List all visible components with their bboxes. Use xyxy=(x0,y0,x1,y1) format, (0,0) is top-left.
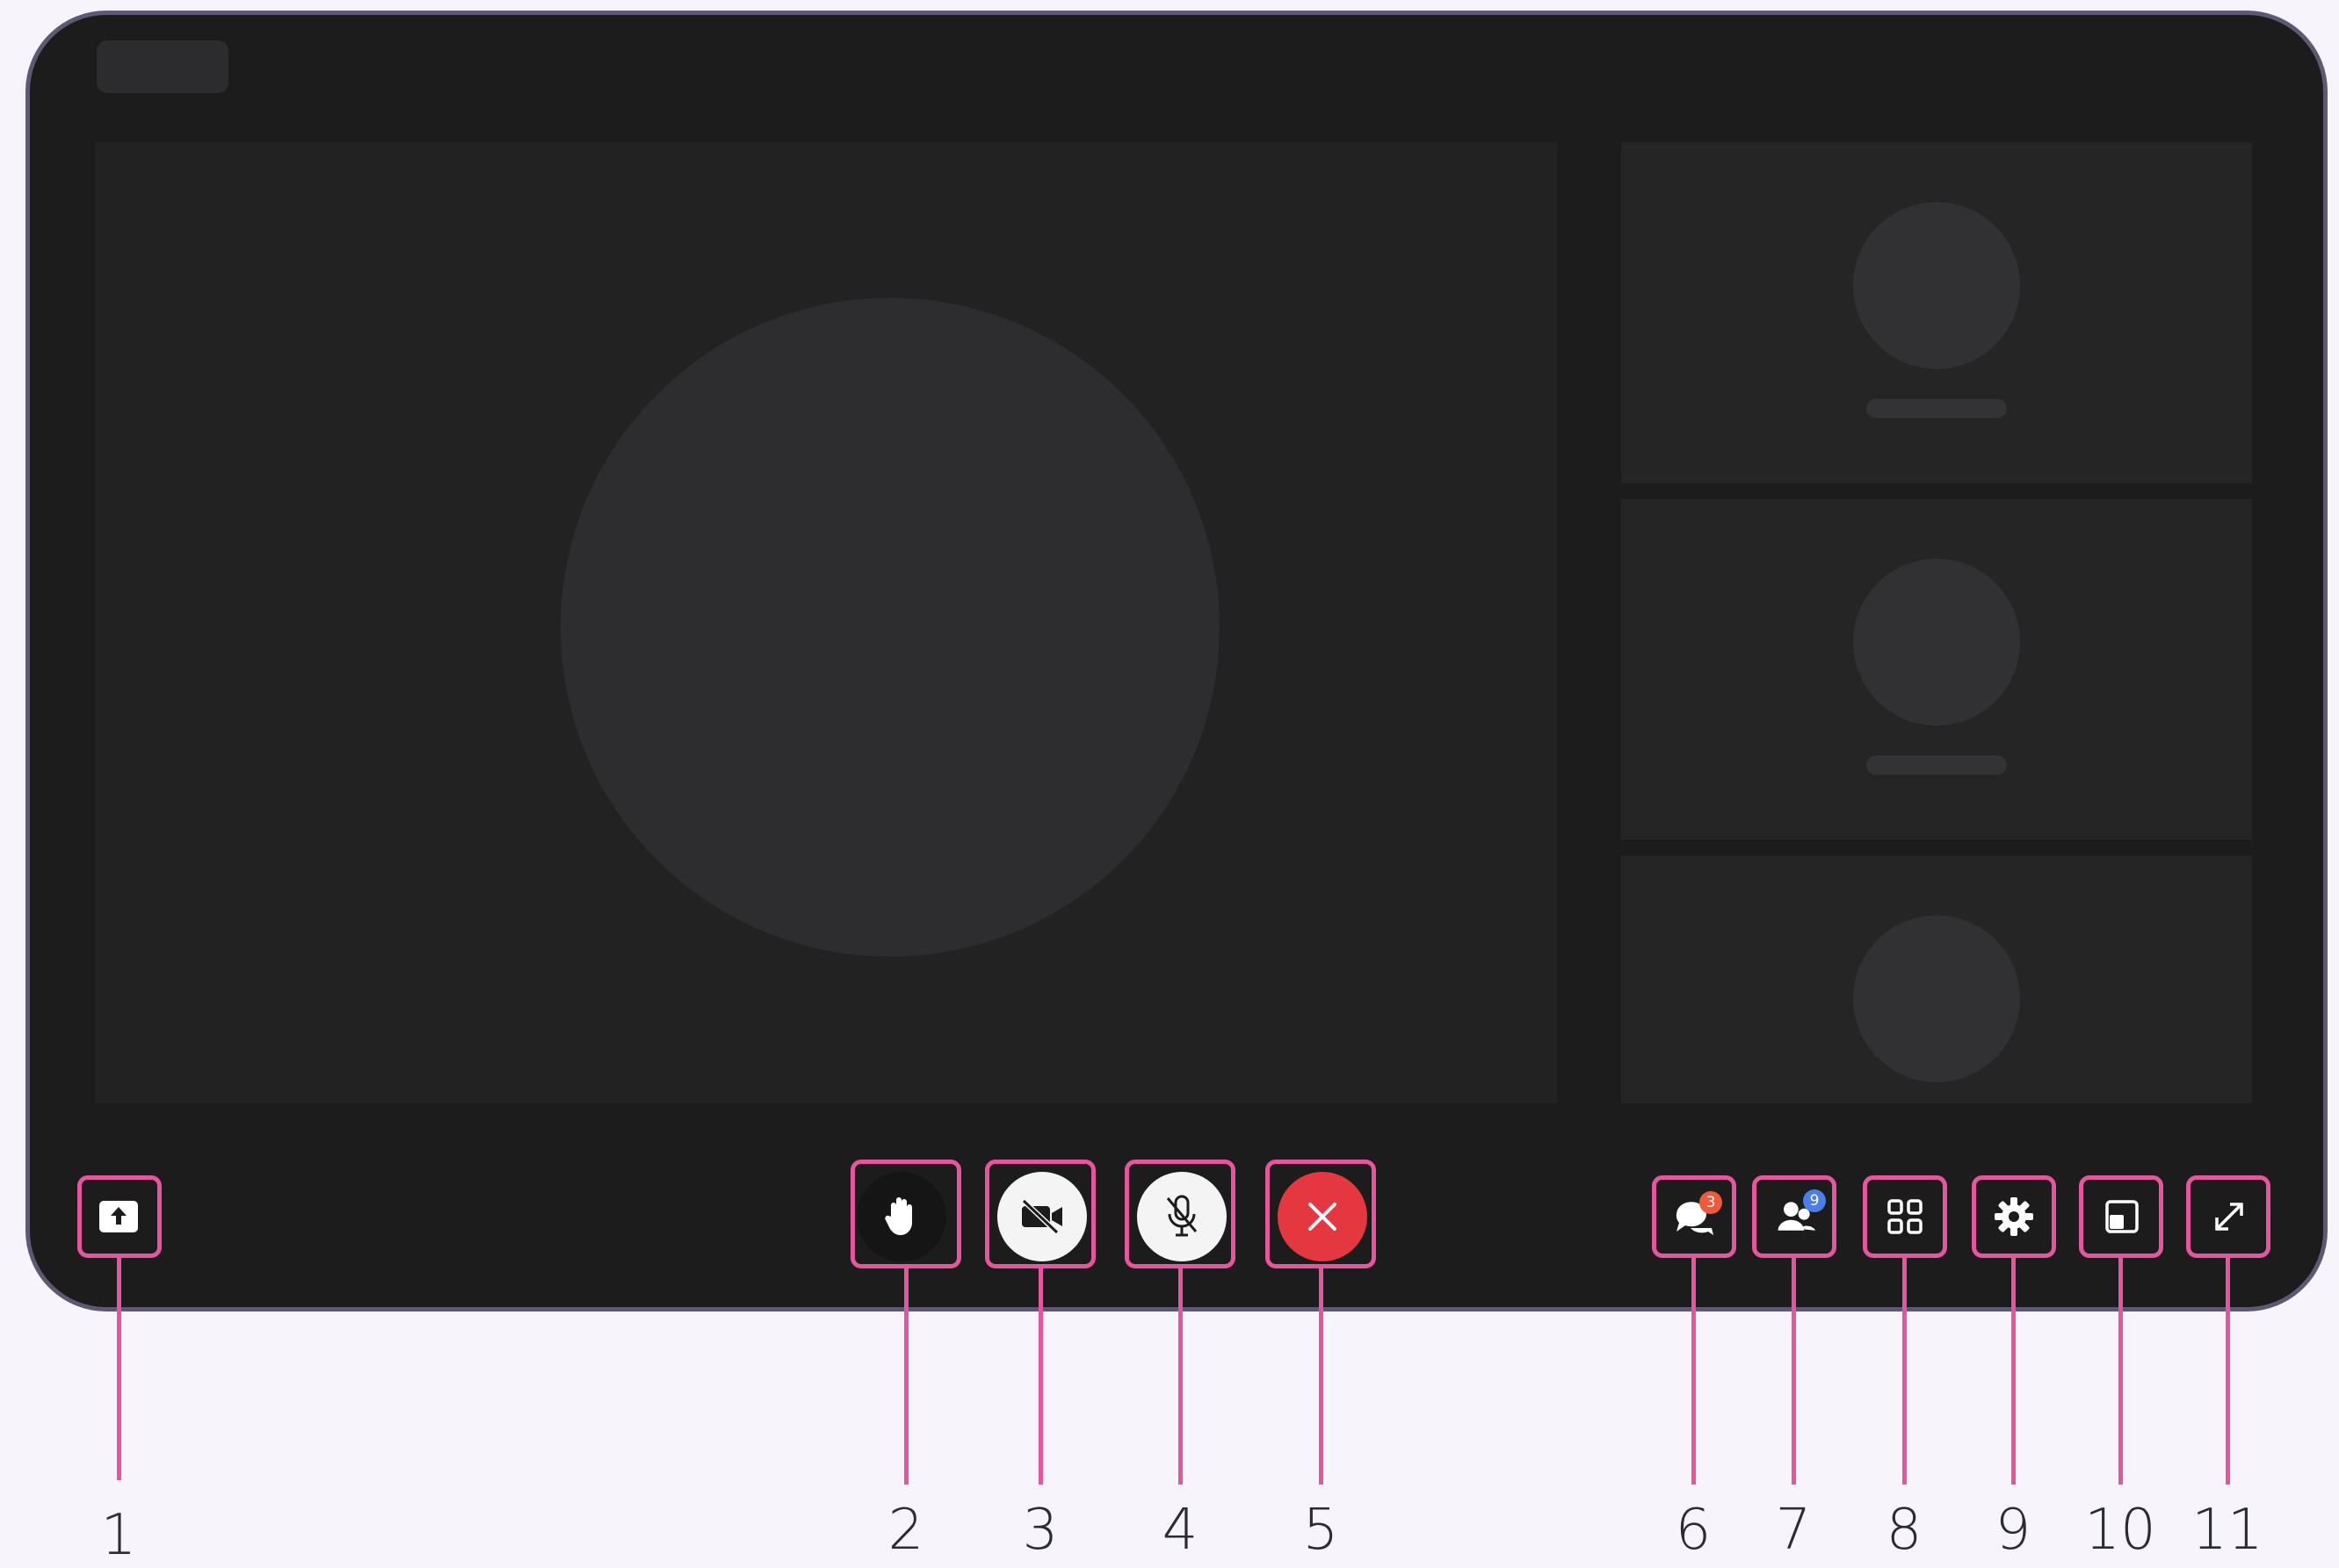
microphone-toggle-button[interactable] xyxy=(1137,1172,1227,1261)
pip-icon xyxy=(2105,1200,2139,1233)
leader-line-10 xyxy=(2118,1258,2123,1485)
callout-number-10: 10 xyxy=(2084,1498,2156,1563)
chat-button[interactable]: 3 xyxy=(1671,1191,1722,1239)
participant-tile xyxy=(1621,856,2252,1103)
leader-line-11 xyxy=(2226,1258,2230,1485)
close-icon xyxy=(1308,1203,1336,1231)
callout-number-7: 7 xyxy=(1775,1498,1812,1563)
share-screen-button[interactable] xyxy=(97,1195,141,1239)
main-video-tile xyxy=(95,142,1557,1103)
fullscreen-button[interactable] xyxy=(2207,1195,2251,1239)
participant-avatar xyxy=(1853,202,2020,369)
video-off-icon xyxy=(1021,1198,1062,1235)
callout-number-1: 1 xyxy=(100,1503,137,1568)
participant-avatar xyxy=(1853,915,2020,1082)
upload-screen-icon xyxy=(99,1201,138,1232)
callout-number-8: 8 xyxy=(1886,1498,1923,1563)
participants-button[interactable]: 9 xyxy=(1773,1189,1826,1239)
leader-line-1 xyxy=(117,1258,121,1480)
callout-number-6: 6 xyxy=(1675,1498,1712,1563)
raise-hand-button[interactable] xyxy=(857,1172,946,1261)
participant-avatar xyxy=(1853,559,2020,726)
leader-line-8 xyxy=(1902,1258,1907,1485)
participant-tile xyxy=(1621,142,2252,483)
main-participant-avatar xyxy=(561,298,1220,957)
callout-number-4: 4 xyxy=(1162,1498,1198,1563)
leader-line-5 xyxy=(1319,1268,1323,1485)
callout-number-3: 3 xyxy=(1022,1498,1059,1563)
end-call-button[interactable] xyxy=(1278,1172,1367,1261)
leader-line-9 xyxy=(2011,1258,2016,1485)
callout-number-2: 2 xyxy=(887,1498,924,1563)
callout-number-9: 9 xyxy=(1995,1498,2031,1563)
settings-button[interactable] xyxy=(1992,1195,2036,1239)
participant-name-placeholder xyxy=(1866,399,2007,418)
leader-line-3 xyxy=(1039,1268,1043,1485)
camera-toggle-button[interactable] xyxy=(997,1172,1087,1261)
leader-line-7 xyxy=(1792,1258,1796,1485)
layout-button[interactable] xyxy=(1883,1195,1927,1239)
expand-icon xyxy=(2215,1203,2243,1231)
leader-line-6 xyxy=(1691,1258,1696,1485)
video-call-screen xyxy=(25,11,2328,1311)
gear-icon xyxy=(1995,1197,2033,1236)
meeting-title-placeholder xyxy=(97,40,228,93)
participant-tile xyxy=(1621,499,2252,840)
participants-count-badge: 9 xyxy=(1803,1189,1826,1212)
leader-line-4 xyxy=(1178,1268,1183,1485)
grid-icon xyxy=(1887,1199,1923,1234)
mic-off-icon xyxy=(1166,1195,1198,1237)
callout-number-5: 5 xyxy=(1302,1498,1339,1563)
callout-number-11: 11 xyxy=(2191,1498,2263,1563)
leader-line-2 xyxy=(904,1268,909,1485)
hand-icon xyxy=(885,1197,912,1235)
participant-name-placeholder xyxy=(1866,755,2007,775)
chat-unread-badge: 3 xyxy=(1699,1191,1722,1214)
picture-in-picture-button[interactable] xyxy=(2100,1195,2144,1239)
